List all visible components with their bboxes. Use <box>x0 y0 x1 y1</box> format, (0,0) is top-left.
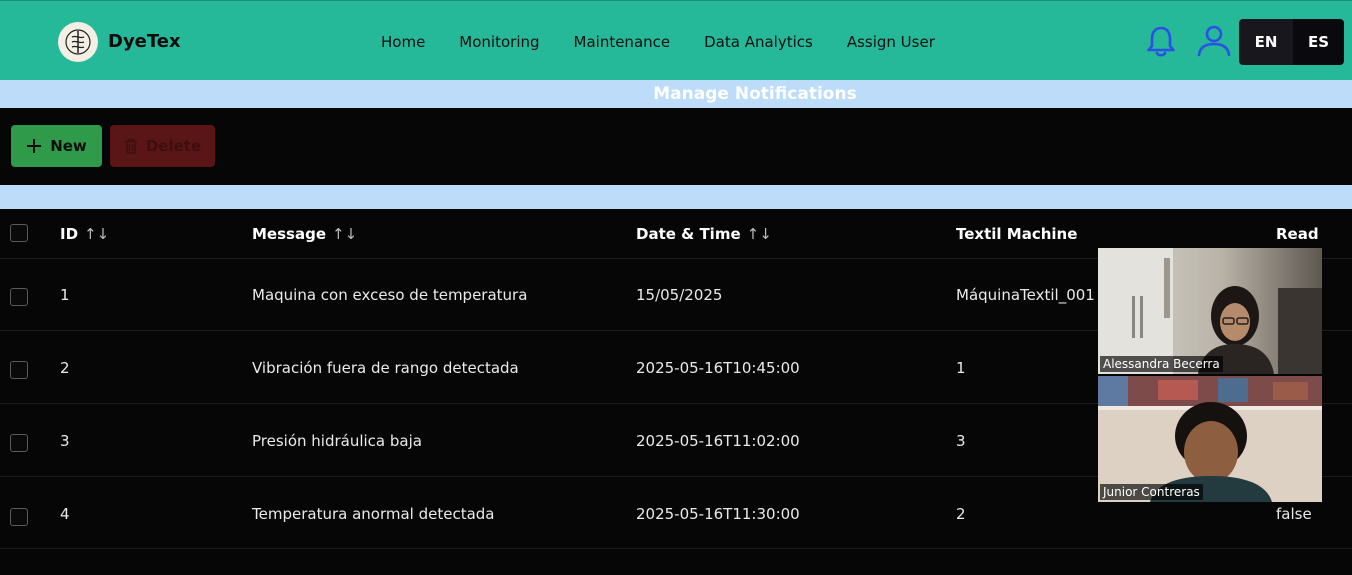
column-header-id[interactable]: ID ↑↓ <box>60 225 109 243</box>
cell-machine: 2 <box>956 505 966 523</box>
column-header-datetime[interactable]: Date & Time ↑↓ <box>636 225 772 243</box>
plus-icon <box>27 139 42 153</box>
cell-datetime: 2025-05-16T11:02:00 <box>636 432 800 450</box>
cell-message: Temperatura anormal detectada <box>252 505 495 523</box>
cell-id: 4 <box>60 505 70 523</box>
user-icon[interactable] <box>1196 23 1232 59</box>
main-nav: Home Monitoring Maintenance Data Analyti… <box>381 33 935 51</box>
nav-item-data-analytics[interactable]: Data Analytics <box>704 33 813 51</box>
nav-item-assign-user[interactable]: Assign User <box>847 33 935 51</box>
cell-machine: 3 <box>956 432 966 450</box>
column-header-read: Read <box>1276 225 1319 243</box>
cell-id: 2 <box>60 359 70 377</box>
cell-message: Maquina con exceso de temperatura <box>252 286 528 304</box>
participant-name: Junior Contreras <box>1100 484 1203 500</box>
lang-en-button[interactable]: EN <box>1239 19 1293 65</box>
cell-read: false <box>1276 505 1312 523</box>
row-checkbox[interactable] <box>10 434 28 452</box>
cell-id: 3 <box>60 432 70 450</box>
sort-icon[interactable]: ↑↓ <box>84 225 109 243</box>
row-checkbox[interactable] <box>10 361 28 379</box>
page-title: Manage Notifications <box>653 84 857 104</box>
logo[interactable] <box>58 22 98 62</box>
row-checkbox[interactable] <box>10 288 28 306</box>
row-checkbox[interactable] <box>10 508 28 526</box>
cell-datetime: 2025-05-16T10:45:00 <box>636 359 800 377</box>
cell-datetime: 2025-05-16T11:30:00 <box>636 505 800 523</box>
cell-id: 1 <box>60 286 70 304</box>
sort-icon[interactable]: ↑↓ <box>332 225 357 243</box>
bell-icon[interactable] <box>1143 23 1179 59</box>
delete-button[interactable]: Delete <box>110 125 215 167</box>
participant-name: Alessandra Becerra <box>1100 356 1223 372</box>
cell-machine: MáquinaTextil_001 <box>956 286 1095 304</box>
delete-button-label: Delete <box>145 137 202 155</box>
nav-item-monitoring[interactable]: Monitoring <box>459 33 539 51</box>
sort-icon[interactable]: ↑↓ <box>747 225 772 243</box>
new-button-label: New <box>50 137 87 155</box>
video-tile[interactable]: Junior Contreras <box>1098 376 1322 502</box>
column-header-message-label: Message <box>252 225 326 243</box>
column-header-datetime-label: Date & Time <box>636 225 741 243</box>
row-divider <box>0 548 1352 549</box>
section-divider <box>0 185 1352 209</box>
top-navbar: DyeTex Home Monitoring Maintenance Data … <box>0 0 1352 80</box>
page-title-bar: Manage Notifications <box>0 80 1352 108</box>
trash-icon <box>124 138 137 154</box>
brand-name: DyeTex <box>108 31 181 52</box>
column-header-id-label: ID <box>60 225 79 243</box>
video-tile[interactable]: Alessandra Becerra <box>1098 248 1322 374</box>
cell-datetime: 15/05/2025 <box>636 286 723 304</box>
nav-item-maintenance[interactable]: Maintenance <box>574 33 671 51</box>
nav-item-home[interactable]: Home <box>381 33 425 51</box>
select-all-checkbox[interactable] <box>10 224 28 242</box>
cell-message: Vibración fuera de rango detectada <box>252 359 519 377</box>
new-button[interactable]: New <box>11 125 102 167</box>
column-header-machine: Textil Machine <box>956 225 1078 243</box>
logo-icon <box>65 29 91 55</box>
lang-es-button[interactable]: ES <box>1293 19 1344 65</box>
column-header-message[interactable]: Message ↑↓ <box>252 225 357 243</box>
cell-machine: 1 <box>956 359 966 377</box>
cell-message: Presión hidráulica baja <box>252 432 422 450</box>
